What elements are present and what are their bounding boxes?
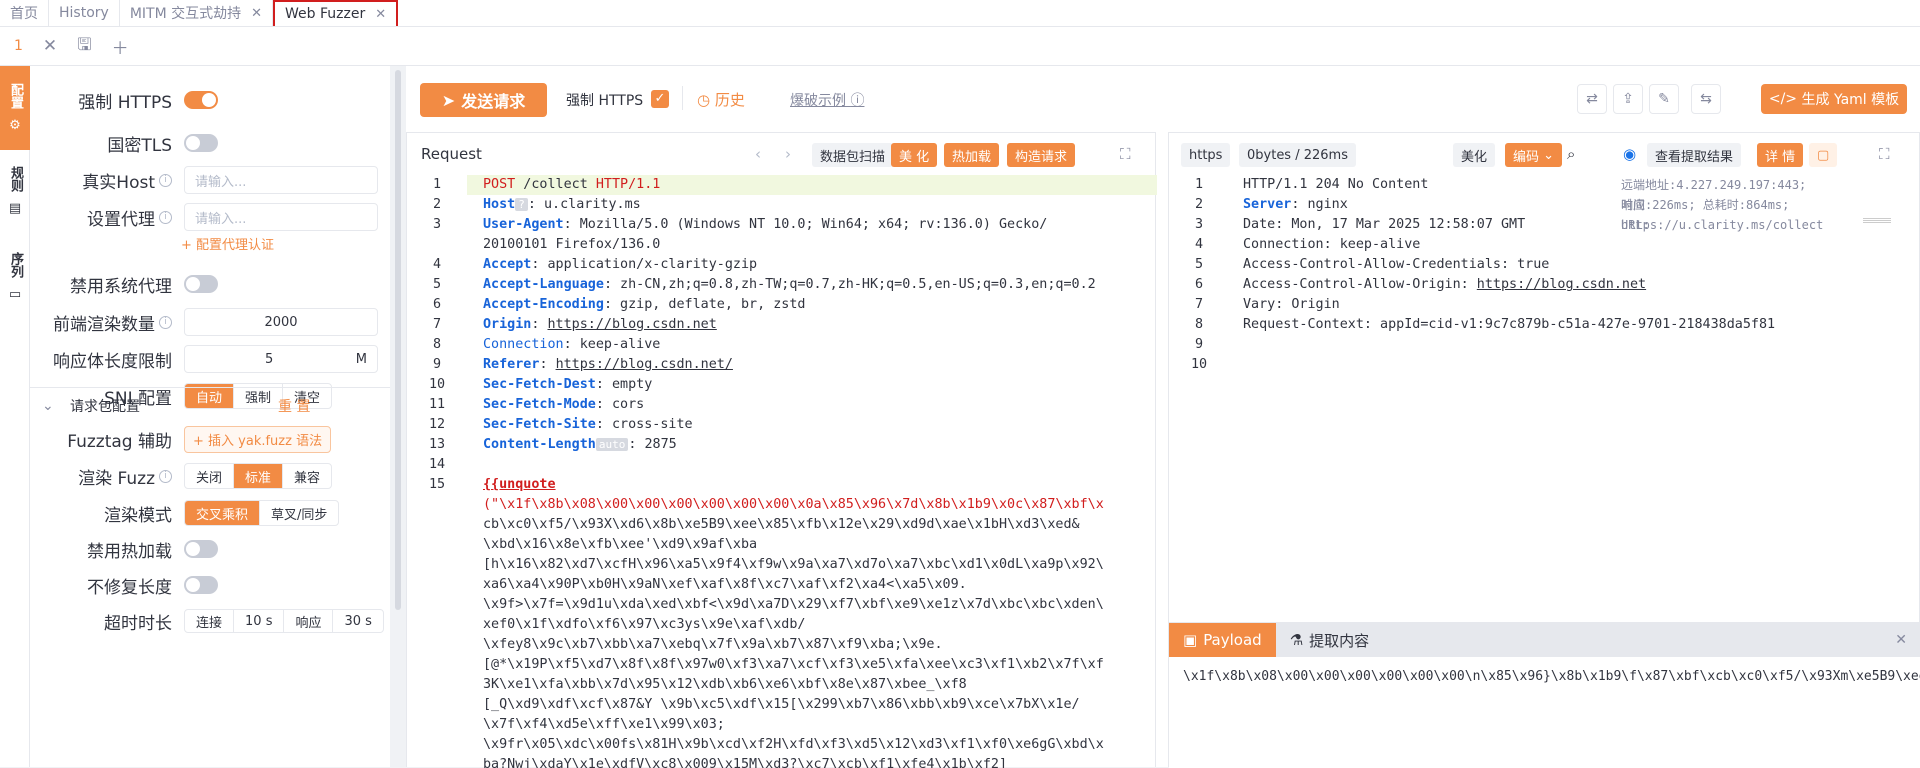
proxy-auth-link[interactable]: + 配置代理认证 (181, 234, 274, 253)
tab-bar: 首页 History MITM 交互式劫持 ✕ Web Fuzzer ✕ (0, 0, 1920, 27)
send-icon: ➤ (441, 90, 456, 110)
packet-scan-button[interactable]: 数据包扫描 (812, 143, 894, 167)
hot-reload-button[interactable]: 热加载 (944, 143, 1000, 167)
no-fix-length-toggle[interactable] (184, 576, 218, 594)
export-icon[interactable]: ⇪ (1613, 84, 1643, 114)
response-panel: https 0bytes / 226ms 美化 编码 ⌄ ⌕ ◉ 查看提取结果 … (1168, 132, 1920, 768)
tab-mitm[interactable]: MITM 交互式劫持 ✕ (120, 0, 274, 26)
proxy-input[interactable]: 请输入... (184, 203, 378, 231)
info-icon: i (159, 315, 172, 329)
send-request-button[interactable]: ➤ 发送请求 (420, 83, 547, 117)
timeout-resp-input[interactable]: 30 s (333, 610, 382, 632)
render-count-input[interactable]: 2000 (184, 308, 378, 336)
main-area: ➤ 发送请求 强制 HTTPS ✓ ◷ 历史 爆破示例 ⓘ ⇄ ⇪ ✎ ⇆ </>… (406, 66, 1920, 768)
resp-limit-input[interactable]: 5M (184, 345, 378, 373)
close-icon[interactable]: ✕ (375, 7, 386, 22)
section-title: 请求包配置 (70, 399, 140, 415)
sidebar-item-config[interactable]: 配置 ⚙ (0, 66, 30, 150)
disable-hot-reload-toggle[interactable] (184, 540, 218, 558)
request-editor[interactable]: 1 POST /collect HTTP/1.1 2 Host?: u.clar… (407, 175, 1157, 768)
request-panel: Request ‹ › 数据包扫描 美 化 热加载 构造请求 ⛶ 1 POST … (406, 132, 1157, 768)
sidebar-item-sequence[interactable]: 序列 ▭ (0, 252, 30, 302)
render-mode-segment: 交叉乘积 草叉/同步 (184, 500, 340, 526)
render-fuzz-compat[interactable]: 兼容 (283, 464, 331, 488)
encode-dropdown[interactable]: 编码 ⌄ (1505, 143, 1563, 167)
history-link[interactable]: ◷ 历史 (697, 89, 745, 110)
reset-link[interactable]: 重 置 (278, 396, 310, 416)
info-icon: i (159, 173, 172, 187)
close-icon[interactable]: ✕ (43, 36, 57, 56)
close-icon[interactable]: ✕ (1895, 632, 1907, 648)
clock-icon: ◷ (697, 91, 711, 109)
render-fuzz-off[interactable]: 关闭 (185, 464, 235, 488)
search-icon[interactable]: ⌕ (1567, 145, 1575, 163)
render-fuzz-standard[interactable]: 标准 (234, 464, 284, 488)
layers-icon: ▭ (8, 287, 22, 302)
tab-extract[interactable]: ⚗ 提取内容 (1276, 623, 1383, 657)
fullscreen-icon[interactable]: ⛶ (1120, 145, 1131, 163)
divider (30, 387, 390, 388)
code-icon: </> (1768, 91, 1798, 107)
view-extract-button[interactable]: 查看提取结果 (1647, 143, 1742, 167)
timeout-connect-input[interactable]: 10 s (234, 610, 285, 632)
real-host-input[interactable]: 请输入... (184, 166, 378, 194)
chevron-right-icon[interactable]: › (785, 145, 791, 163)
edit-icon[interactable]: ✎ (1649, 84, 1679, 114)
clipboard-icon: ▤ (8, 201, 22, 216)
swap-icon[interactable]: ⇆ (1691, 84, 1721, 114)
request-title: Request (421, 145, 482, 163)
toolbar: ➤ 发送请求 强制 HTTPS ✓ ◷ 历史 爆破示例 ⓘ ⇄ ⇪ ✎ ⇆ </>… (406, 66, 1920, 130)
info-icon: i (159, 469, 172, 483)
plus-icon[interactable]: ＋ (112, 34, 129, 59)
tab-payload[interactable]: ▣ Payload (1169, 623, 1276, 657)
tab-home[interactable]: 首页 (0, 0, 49, 26)
side-strip: 配置 ⚙ 规则 ▤ 序列 ▭ (0, 66, 30, 767)
chrome-icon[interactable]: ◉ (1623, 145, 1636, 163)
generate-yaml-button[interactable]: </> 生成 Yaml 模板 (1761, 84, 1907, 114)
config-panel: 强制 HTTPS 国密TLS 真实Host i 请输入... 设置代理 i 请输入...… (30, 66, 390, 767)
timeout-connect-label: 连接 (185, 610, 235, 632)
sub-tab-1[interactable]: 1 (14, 38, 23, 54)
fullscreen-icon[interactable]: ⛶ (1879, 145, 1890, 163)
force-https-checkbox[interactable]: ✓ (651, 90, 669, 108)
disable-sys-proxy-toggle[interactable] (184, 275, 218, 293)
render-fuzz-segment: 关闭 标准 兼容 (184, 463, 333, 489)
flask-icon: ⚗ (1289, 631, 1304, 649)
insert-fuzz-button[interactable]: + 插入 yak.fuzz 语法 (184, 425, 332, 453)
scheme-tag: https (1181, 143, 1231, 167)
beautify-button[interactable]: 美 化 (891, 143, 938, 167)
payload-content: \x1f\x8b\x08\x00\x00\x00\x00\x00\x00\n\x… (1183, 669, 1920, 684)
left-scrollbar[interactable] (395, 70, 401, 610)
share-icon[interactable]: ⇄ (1577, 84, 1607, 114)
info-icon: i (159, 210, 172, 224)
build-request-button[interactable]: 构造请求 (1007, 143, 1076, 167)
timeout-inputs: 连接 10 s 响应 30 s (184, 609, 384, 633)
comment-icon[interactable]: ▢ (1809, 143, 1838, 167)
package-icon: ▣ (1183, 631, 1198, 649)
save-icon[interactable]: 🖫 (77, 32, 91, 61)
force-https-toggle[interactable] (184, 91, 218, 109)
chevron-down-icon[interactable]: ⌄ (42, 398, 54, 414)
detail-button[interactable]: 详 情 (1757, 143, 1804, 167)
example-link[interactable]: 爆破示例 ⓘ (790, 90, 864, 110)
beautify-button[interactable]: 美化 (1453, 143, 1496, 167)
sub-tab-bar: 1 ✕ 🖫 ＋ (0, 27, 1920, 66)
payload-panel: ▣ Payload ⚗ 提取内容 ✕ \x1f\x8b\x08\x00\x00\x0… (1169, 622, 1920, 768)
size-tag: 0bytes / 226ms (1239, 143, 1356, 167)
timeout-resp-label: 响应 (284, 610, 334, 632)
gm-tls-toggle[interactable] (184, 134, 218, 152)
render-mode-cross[interactable]: 交叉乘积 (185, 501, 261, 525)
sidebar-item-rules[interactable]: 规则 ▤ (0, 166, 30, 216)
tab-web-fuzzer[interactable]: Web Fuzzer ✕ (273, 0, 399, 26)
tab-history[interactable]: History (49, 0, 120, 26)
chevron-left-icon[interactable]: ‹ (755, 145, 761, 163)
close-icon[interactable]: ✕ (251, 6, 262, 21)
help-icon: ⓘ (850, 93, 865, 109)
chevron-down-icon: ⌄ (1543, 147, 1555, 163)
render-mode-fork[interactable]: 草叉/同步 (260, 501, 338, 525)
sliders-icon: ⚙ (9, 118, 21, 133)
